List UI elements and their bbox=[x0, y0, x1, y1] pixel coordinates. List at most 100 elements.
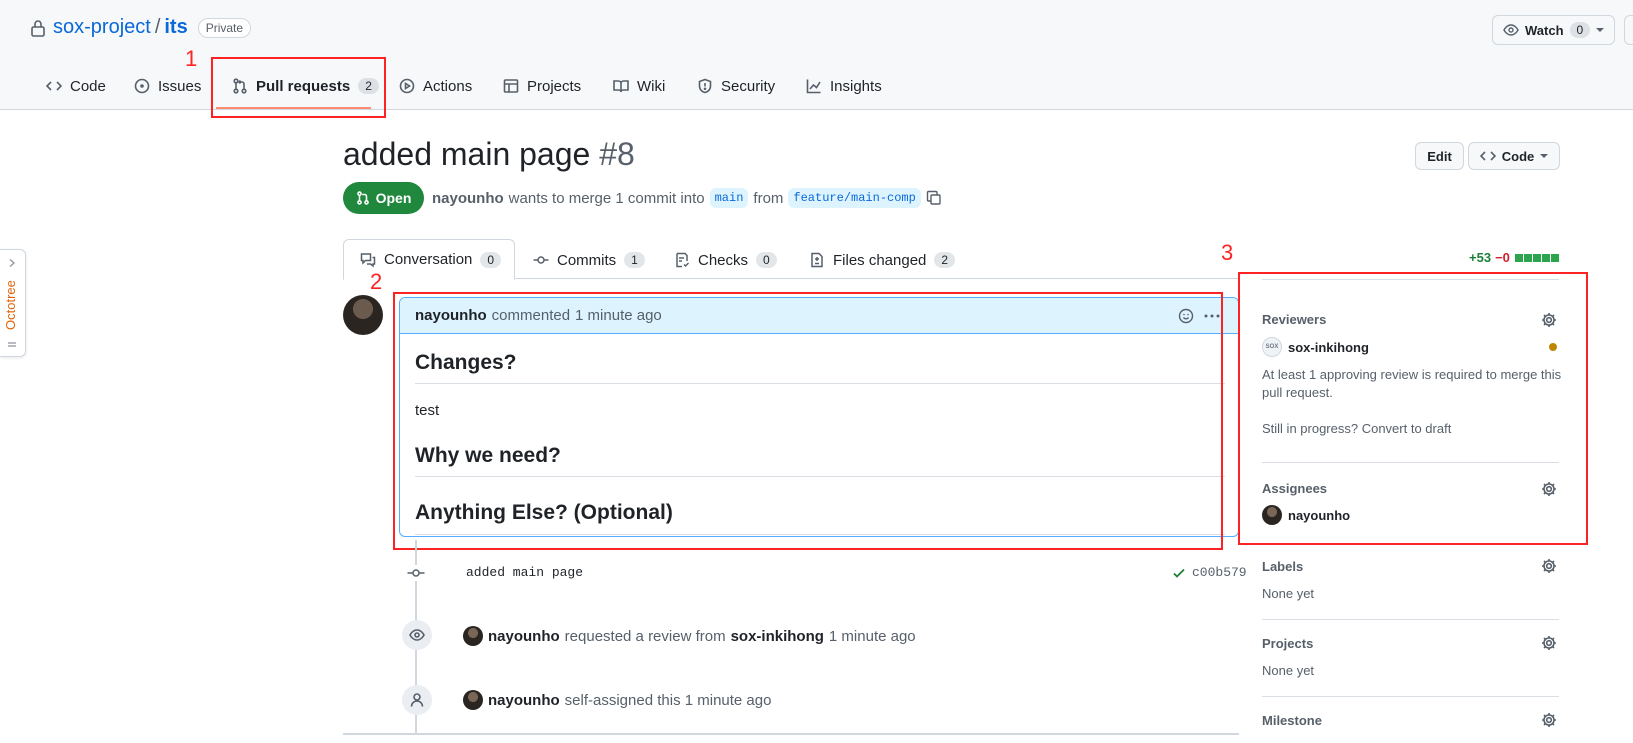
code-icon bbox=[1479, 148, 1496, 164]
tab-insights-label: Insights bbox=[830, 77, 882, 95]
avatar[interactable] bbox=[463, 690, 483, 710]
tab-commits[interactable]: Commits 1 bbox=[533, 240, 645, 280]
pr-merge-summary: nayounho wants to merge 1 commit into ma… bbox=[432, 188, 942, 208]
tab-actions[interactable]: Actions bbox=[399, 72, 472, 100]
projects-value: None yet bbox=[1262, 663, 1315, 678]
code-dropdown-button[interactable]: Code bbox=[1468, 142, 1560, 170]
gear-icon[interactable] bbox=[1541, 712, 1557, 728]
labels-value: None yet bbox=[1262, 586, 1315, 601]
checklist-icon bbox=[674, 252, 690, 268]
diffstat-deletions: −0 bbox=[1495, 250, 1510, 265]
avatar[interactable] bbox=[463, 626, 483, 646]
tab-files-changed-label: Files changed bbox=[833, 251, 927, 269]
tab-code[interactable]: Code bbox=[46, 72, 106, 100]
graph-icon bbox=[806, 78, 822, 94]
tab-commits-label: Commits bbox=[557, 251, 617, 269]
timeline-bottom-divider bbox=[343, 733, 1239, 735]
labels-title[interactable]: Labels bbox=[1262, 559, 1303, 574]
annotation-box-2 bbox=[393, 292, 1223, 550]
tab-checks[interactable]: Checks 0 bbox=[674, 240, 777, 280]
review-requested-event: nayounho requested a review from sox-ink… bbox=[463, 626, 916, 646]
base-branch[interactable]: main bbox=[709, 188, 749, 208]
comment-discussion-icon bbox=[360, 252, 376, 268]
event-text: requested a review from bbox=[564, 627, 726, 645]
commit-message-link[interactable]: added main page bbox=[466, 565, 583, 580]
check-icon bbox=[1172, 566, 1186, 580]
breadcrumb-separator: / bbox=[154, 16, 161, 38]
tab-wiki-label: Wiki bbox=[637, 77, 666, 95]
annotation-label-2: 2 bbox=[370, 269, 383, 294]
octotree-toggle[interactable]: Octotree bbox=[0, 249, 26, 357]
tab-issues[interactable]: Issues bbox=[134, 72, 201, 100]
copy-icon[interactable] bbox=[926, 190, 942, 206]
fork-button[interactable] bbox=[1624, 15, 1633, 45]
annotation-box-1 bbox=[211, 57, 386, 118]
projects-title[interactable]: Projects bbox=[1262, 636, 1313, 651]
tab-security[interactable]: Security bbox=[697, 72, 775, 100]
pr-state-badge: Open bbox=[343, 182, 424, 214]
commit-sha[interactable]: c00b579 bbox=[1172, 565, 1247, 580]
drag-handle-icon[interactable] bbox=[7, 340, 17, 350]
shield-icon bbox=[697, 78, 713, 94]
lock-icon bbox=[30, 19, 46, 37]
sidebar-divider bbox=[1262, 696, 1559, 697]
edit-button[interactable]: Edit bbox=[1415, 142, 1464, 170]
repo-name-link[interactable]: its bbox=[164, 16, 187, 39]
pr-state-label: Open bbox=[375, 190, 412, 206]
tab-conversation-label: Conversation bbox=[384, 251, 473, 268]
octotree-label: Octotree bbox=[3, 280, 18, 330]
tab-projects[interactable]: Projects bbox=[503, 72, 581, 100]
tab-actions-label: Actions bbox=[423, 77, 473, 95]
page-title: added main page #8 bbox=[343, 136, 635, 173]
eye-icon bbox=[402, 620, 432, 650]
caret-down-icon bbox=[1596, 26, 1605, 34]
chevron-right-icon bbox=[7, 258, 17, 268]
annotation-box-3 bbox=[1238, 272, 1588, 545]
event-timestamp[interactable]: 1 minute ago bbox=[829, 628, 916, 645]
self-assigned-event: nayounho self-assigned this 1 minute ago bbox=[463, 690, 771, 710]
table-icon bbox=[503, 78, 519, 94]
head-branch[interactable]: feature/main-comp bbox=[788, 188, 921, 208]
gear-icon[interactable] bbox=[1541, 635, 1557, 651]
eye-icon bbox=[1503, 22, 1519, 38]
annotation-label-3: 3 bbox=[1221, 240, 1234, 265]
pr-author-link[interactable]: nayounho bbox=[432, 190, 504, 207]
avatar[interactable] bbox=[343, 295, 383, 335]
pr-number: #8 bbox=[599, 136, 635, 172]
from-text: from bbox=[753, 189, 784, 207]
tab-issues-label: Issues bbox=[158, 77, 202, 95]
merge-text: wants to merge 1 commit into bbox=[508, 189, 705, 207]
diffstat-additions: +53 bbox=[1469, 250, 1492, 265]
tab-projects-label: Projects bbox=[527, 77, 582, 95]
pr-title-text: added main page bbox=[343, 136, 591, 172]
tab-security-label: Security bbox=[721, 77, 776, 95]
event-actor-link[interactable]: nayounho bbox=[488, 628, 560, 645]
diffstat: +53 −0 bbox=[1469, 250, 1559, 265]
caret-down-icon bbox=[1540, 152, 1549, 160]
checks-count: 0 bbox=[756, 252, 777, 268]
annotation-label-1: 1 bbox=[185, 46, 198, 71]
tab-files-changed[interactable]: Files changed 2 bbox=[809, 240, 956, 280]
event-actor-link[interactable]: nayounho bbox=[488, 692, 560, 709]
tab-wiki[interactable]: Wiki bbox=[613, 72, 665, 100]
gear-icon[interactable] bbox=[1541, 558, 1557, 574]
visibility-badge: Private bbox=[197, 17, 252, 38]
milestone-title[interactable]: Milestone bbox=[1262, 713, 1322, 728]
person-icon bbox=[402, 685, 432, 715]
edit-button-label: Edit bbox=[1427, 148, 1452, 164]
commit-icon bbox=[533, 252, 549, 268]
tab-insights[interactable]: Insights bbox=[806, 72, 882, 100]
repo-breadcrumb: sox-project / its Private bbox=[53, 16, 252, 39]
files-changed-count: 2 bbox=[934, 252, 956, 268]
issue-icon bbox=[134, 78, 150, 94]
commit-icon bbox=[407, 565, 425, 581]
commits-count: 1 bbox=[624, 252, 645, 268]
code-icon bbox=[46, 78, 62, 94]
sidebar-divider bbox=[1262, 619, 1559, 620]
event-target-link[interactable]: sox-inkihong bbox=[731, 628, 824, 645]
watch-button[interactable]: Watch 0 bbox=[1492, 15, 1616, 45]
repo-owner-link[interactable]: sox-project bbox=[53, 16, 151, 39]
commit-sha-label: c00b579 bbox=[1192, 565, 1247, 580]
tab-conversation[interactable]: Conversation 0 bbox=[343, 239, 515, 280]
pull-request-icon bbox=[356, 191, 370, 205]
